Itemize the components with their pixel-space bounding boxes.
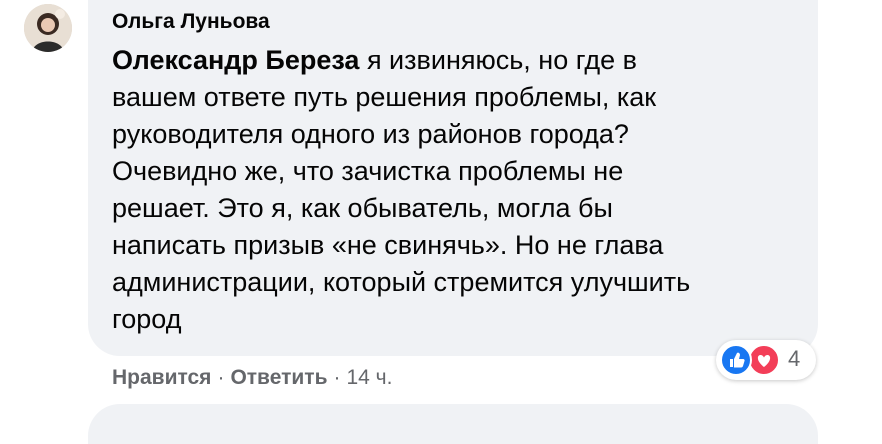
comment-line: Очевидно же, что зачистка проблемы не <box>112 156 624 186</box>
comment-line: город <box>112 304 182 334</box>
comment-line: решает. Это я, как обыватель, могла бы <box>112 193 613 223</box>
reaction-count: 4 <box>788 346 801 371</box>
reply-button[interactable]: Ответить <box>230 366 327 389</box>
comment-line: администрации, который стремится улучшит… <box>112 267 691 297</box>
comment-line: я извиняюсь, но где в <box>359 45 637 75</box>
comment-author-name[interactable]: Ольга Луньова <box>112 10 270 34</box>
comment-line: руководителя одного из районов города? <box>112 119 629 149</box>
comment-timestamp[interactable]: 14 ч. <box>346 366 392 389</box>
reactions-summary[interactable]: 4 <box>716 340 816 380</box>
avatar-photo <box>24 4 72 52</box>
separator-dot: · <box>217 366 225 389</box>
comment-bubble: Ольга Луньова Олександр Береза я извиняю… <box>88 0 818 356</box>
commenter-avatar[interactable] <box>24 4 72 52</box>
separator-dot: · <box>333 366 341 389</box>
comment-actions: Нравится · Ответить · 14 ч. <box>112 366 392 390</box>
comment-line: написать призыв «не свинячь». Но не глав… <box>112 230 664 260</box>
mention-link[interactable]: Олександр Береза <box>112 45 359 75</box>
like-icon <box>720 344 752 376</box>
like-button[interactable]: Нравится <box>112 366 211 389</box>
comment-line: вашем ответе путь решения проблемы, как <box>112 82 657 112</box>
comment-body: Олександр Береза я извиняюсь, но где в в… <box>112 42 802 338</box>
love-icon <box>748 344 780 376</box>
comment-first-line: Олександр Береза я извиняюсь, но где в <box>112 42 802 79</box>
next-comment-bubble <box>88 404 818 444</box>
